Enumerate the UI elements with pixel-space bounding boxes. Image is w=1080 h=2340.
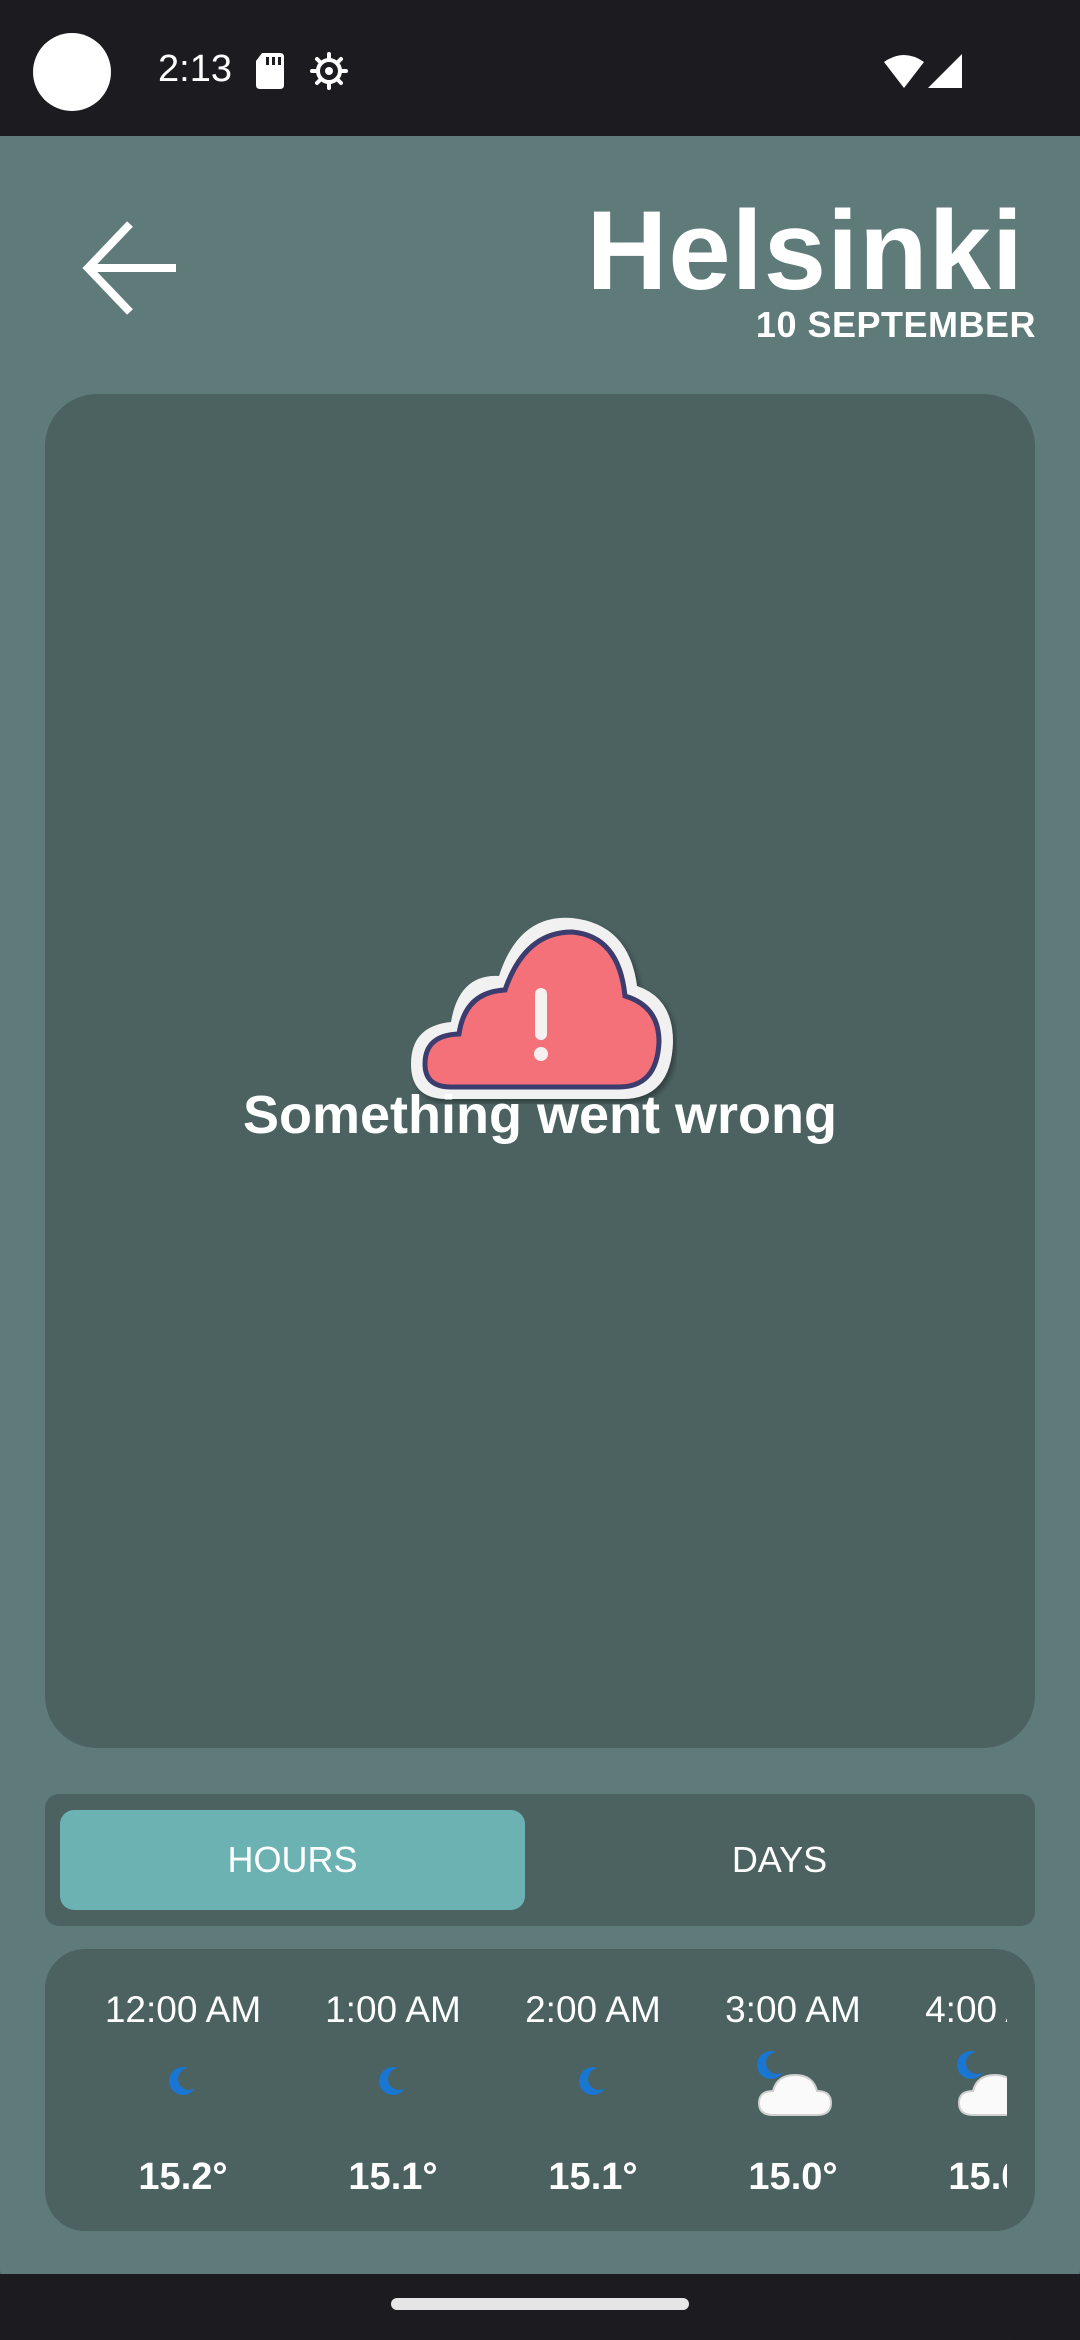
moon-icon xyxy=(579,2067,610,2095)
error-message: Something went wrong xyxy=(243,1085,837,1145)
navigation-bar xyxy=(0,2274,1080,2340)
phone-screen: 2:13 Helsinki 10 SEPTEMBER Something wen… xyxy=(0,0,1080,2340)
hour-temp: 15.0° xyxy=(948,2156,1007,2198)
gear-icon xyxy=(310,52,348,90)
cloud-error-icon xyxy=(411,917,673,1099)
moon-cloud-icon xyxy=(957,2051,1007,2116)
date-subtitle: 10 SEPTEMBER xyxy=(755,304,1036,345)
moon-cloud-icon xyxy=(757,2051,833,2116)
hour-item: 2:00 AM 15.1° xyxy=(493,1949,693,2231)
city-title: Helsinki xyxy=(586,188,1024,313)
hour-temp: 15.1° xyxy=(348,2156,438,2198)
hour-item: 4:00 AM 15.0° xyxy=(893,1949,1007,2231)
hour-time: 12:00 AM xyxy=(104,1989,262,2030)
sd-card-icon xyxy=(256,53,284,89)
back-arrow-icon[interactable] xyxy=(82,218,182,318)
camera-cutout xyxy=(33,33,111,111)
error-card: Something went wrong xyxy=(45,394,1035,1748)
weather-app: Helsinki 10 SEPTEMBER Something went wro… xyxy=(0,136,1080,2274)
wifi-icon xyxy=(884,55,924,88)
hour-item: 3:00 AM 15.0° xyxy=(693,1949,893,2231)
status-bar: 2:13 xyxy=(0,0,1080,136)
moon-icon xyxy=(379,2067,410,2095)
moon-icon xyxy=(169,2067,200,2095)
hour-time: 1:00 AM xyxy=(325,1989,461,2030)
home-indicator[interactable] xyxy=(391,2298,689,2310)
hour-time: 4:00 AM xyxy=(925,1989,1007,2030)
signal-icon xyxy=(928,54,962,88)
hour-time: 3:00 AM xyxy=(725,1989,861,2030)
hour-temp: 15.2° xyxy=(138,2156,228,2198)
forecast-toggle: HOURS DAYS xyxy=(45,1794,1035,1926)
hour-item: 12:00 AM 15.2° xyxy=(83,1949,283,2231)
tab-days[interactable]: DAYS xyxy=(537,1810,1022,1910)
hour-temp: 15.0° xyxy=(748,2156,838,2198)
hour-temp: 15.1° xyxy=(548,2156,638,2198)
hourly-forecast[interactable]: 12:00 AM 15.2° 1:00 AM 15.1° 2:00 AM 15.… xyxy=(45,1949,1035,2231)
hour-time: 2:00 AM xyxy=(525,1989,661,2030)
hourly-scroll[interactable]: 12:00 AM 15.2° 1:00 AM 15.1° 2:00 AM 15.… xyxy=(45,1949,1007,2231)
status-time: 2:13 xyxy=(158,48,232,90)
tab-hours[interactable]: HOURS xyxy=(60,1810,525,1910)
hour-item: 1:00 AM 15.1° xyxy=(293,1949,493,2231)
